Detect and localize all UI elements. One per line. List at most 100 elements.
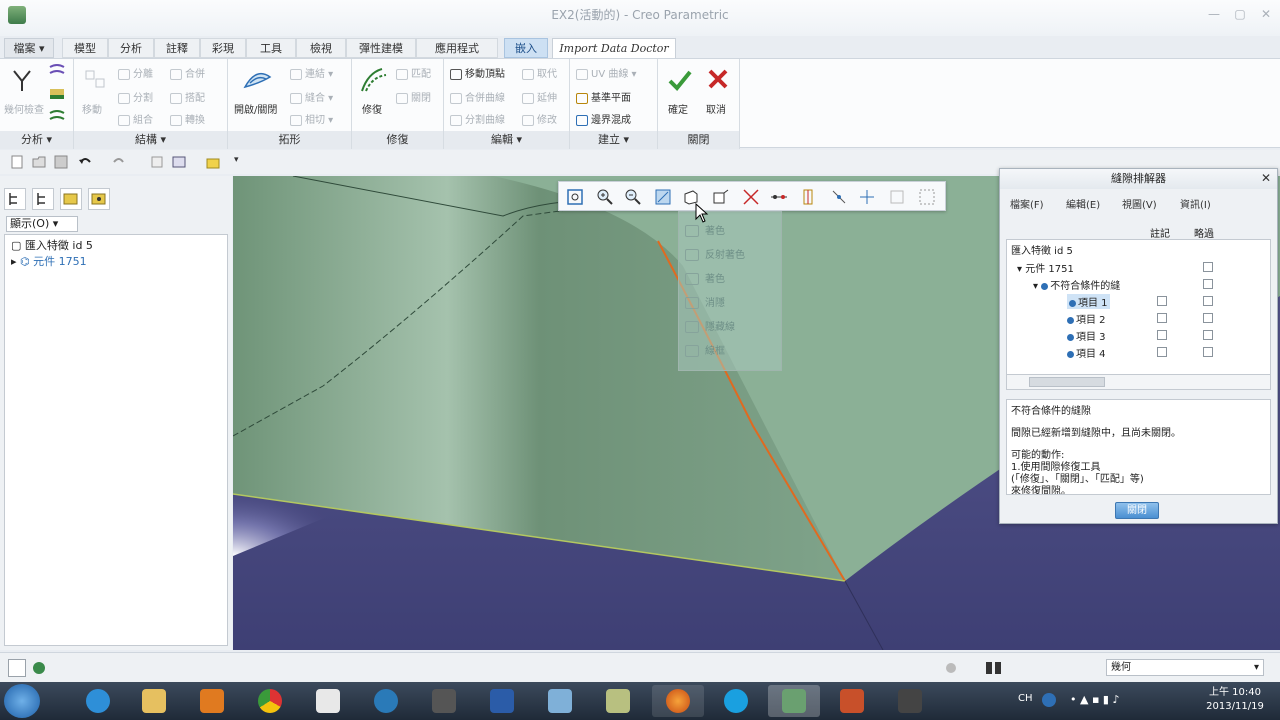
taskbar-recorder-icon[interactable] [418, 685, 470, 717]
close-repair-button[interactable]: 關閉 [396, 89, 431, 104]
analysis-icon-1[interactable] [48, 63, 66, 81]
taskbar-creo-icon[interactable] [768, 685, 820, 717]
modify-button[interactable]: 修改 [522, 111, 557, 126]
selection-filter-dropdown[interactable]: 幾何 ▾ [1106, 659, 1264, 676]
uv-curve-button[interactable]: UV 曲線 ▾ [576, 65, 637, 80]
point-display-icon[interactable] [829, 187, 849, 207]
spin-center-icon[interactable] [917, 187, 937, 207]
gap-tree-component[interactable]: ▾ 元件 1751 [1017, 260, 1074, 275]
close-file-icon[interactable] [206, 155, 220, 169]
skip-checkbox-item-2[interactable] [1203, 313, 1213, 323]
windows-icon[interactable] [172, 155, 186, 169]
combine-button[interactable]: 組合 [118, 111, 153, 126]
move-label[interactable]: 移動 [82, 101, 102, 116]
taskbar-ie-icon[interactable] [72, 685, 124, 717]
undo-icon[interactable] [78, 155, 92, 169]
browser-toggle-icon[interactable] [30, 659, 48, 677]
dialog-menu-info[interactable]: 資訊(I) [1180, 196, 1211, 211]
selection-filter-icon[interactable] [984, 659, 1004, 677]
qat-customize-icon[interactable]: ▾ [234, 155, 248, 169]
split-curve-button[interactable]: 分割曲線 [450, 111, 505, 126]
tree-item-import-feature[interactable]: ▢ 匯入特徵 id 5 [11, 237, 93, 253]
taskbar-chrome-icon[interactable] [244, 685, 296, 717]
menu-item-hidden-line[interactable]: 隱藏線 [685, 318, 735, 333]
gap-tree-item-1[interactable]: 項目 1 [1067, 294, 1110, 309]
merge-curves-button[interactable]: 合併曲線 [450, 89, 505, 104]
move-vertex-button[interactable]: 移動頂點 [450, 65, 505, 80]
match-repair-button[interactable]: 匹配 [396, 65, 431, 80]
tab-file[interactable]: 檔案 ▾ [4, 38, 54, 58]
datum-plane-display-icon[interactable] [799, 187, 819, 207]
note-checkbox-item-2[interactable] [1157, 313, 1167, 323]
divide-button[interactable]: 分割 [118, 89, 153, 104]
taskbar-firefox-icon[interactable] [652, 685, 704, 717]
replace-button[interactable]: 取代 [522, 65, 557, 80]
group-create-label[interactable]: 建立 ▾ [570, 131, 657, 149]
menu-item-no-hidden[interactable]: 消隱 [685, 294, 725, 309]
note-checkbox-item-3[interactable] [1157, 330, 1167, 340]
tab-import-data-doctor[interactable]: Import Data Doctor [552, 38, 676, 58]
boundary-blend-button[interactable]: 邊界混成 [576, 111, 631, 126]
redo-icon[interactable] [112, 155, 126, 169]
convert-button[interactable]: 轉換 [170, 111, 205, 126]
split-button[interactable]: 分離 [118, 65, 153, 80]
repaint-icon[interactable] [653, 187, 673, 207]
taskbar-tool-icon[interactable] [884, 685, 936, 717]
tab-tools[interactable]: 工具 [246, 38, 296, 58]
dialog-menu-file[interactable]: 檔案(F) [1010, 196, 1044, 211]
taskbar-media-icon[interactable] [186, 685, 238, 717]
note-checkbox-item-4[interactable] [1157, 347, 1167, 357]
move-icon[interactable] [82, 67, 110, 93]
taskbar-explorer-icon[interactable] [128, 685, 180, 717]
tree-horizontal-scrollbar[interactable] [1006, 374, 1271, 390]
ok-checkmark-icon[interactable] [666, 67, 694, 93]
gap-tree-nonconforming[interactable]: ▾ 不符合條件的縫 [1033, 277, 1120, 292]
tree-item-component[interactable]: ▸ ⌬ 元件 1751 [11, 253, 87, 269]
dialog-menu-view[interactable]: 視圖(V) [1122, 196, 1157, 211]
group-analysis-label[interactable]: 分析 ▾ [0, 131, 73, 149]
match-button[interactable]: 搭配 [170, 89, 205, 104]
taskbar-skype-icon[interactable] [710, 685, 762, 717]
tab-embed[interactable]: 嵌入 [504, 38, 548, 58]
taskbar-sticky-icon[interactable] [592, 685, 644, 717]
skip-checkbox-component[interactable] [1203, 262, 1213, 272]
tray-icons[interactable]: • ▲ ▪ ▮ ♪ [1070, 693, 1119, 706]
tab-applications[interactable]: 應用程式 [416, 38, 498, 58]
datum-plane-button[interactable]: 基準平面 [576, 89, 631, 104]
tab-analysis[interactable]: 分析 [108, 38, 154, 58]
dialog-close-button[interactable]: 關閉 [1115, 502, 1159, 519]
analysis-icon-2[interactable] [48, 85, 66, 103]
repair-label[interactable]: 修復 [362, 101, 382, 116]
group-edit-label[interactable]: 編輯 ▾ [444, 131, 569, 149]
menu-item-reflection-shading[interactable]: 反射著色 [685, 246, 745, 261]
note-checkbox-item-1[interactable] [1157, 296, 1167, 306]
ime-icon[interactable] [1042, 693, 1056, 707]
system-clock[interactable]: 上午 10:40 2013/11/19 [1200, 686, 1270, 714]
annotation-display-icon[interactable] [887, 187, 907, 207]
menu-item-wireframe[interactable]: 線框 [685, 342, 725, 357]
skip-checkbox-item-3[interactable] [1203, 330, 1213, 340]
tab-model[interactable]: 模型 [62, 38, 108, 58]
scroll-thumb[interactable] [1029, 377, 1105, 387]
view-manager-icon[interactable] [741, 187, 761, 207]
tab-flexible-modeling[interactable]: 彈性建模 [346, 38, 416, 58]
regenerate-icon[interactable] [150, 155, 164, 169]
save-icon[interactable] [54, 155, 68, 169]
saved-orientations-icon[interactable] [711, 187, 731, 207]
minimize-button[interactable]: — [1204, 6, 1224, 22]
show-dropdown[interactable]: 顯示(O) ▾ [6, 216, 78, 232]
maximize-button[interactable]: ▢ [1230, 6, 1250, 22]
zoom-out-icon[interactable] [623, 187, 643, 207]
expand-arrow-icon[interactable]: ▸ [11, 255, 20, 268]
start-button-icon[interactable] [4, 684, 40, 718]
group-structure-label[interactable]: 結構 ▾ [74, 131, 227, 149]
merge-button[interactable]: 合併 [170, 65, 205, 80]
link-button[interactable]: 連結 ▾ [290, 65, 333, 80]
cancel-label[interactable]: 取消 [706, 101, 726, 116]
taskbar-word-icon[interactable] [476, 685, 528, 717]
open-close-icon[interactable] [242, 65, 274, 95]
tab-annotate[interactable]: 註釋 [154, 38, 200, 58]
taskbar-powerpoint-icon[interactable] [826, 685, 878, 717]
csys-display-icon[interactable] [857, 187, 877, 207]
taskbar-media-player-icon[interactable] [360, 685, 412, 717]
